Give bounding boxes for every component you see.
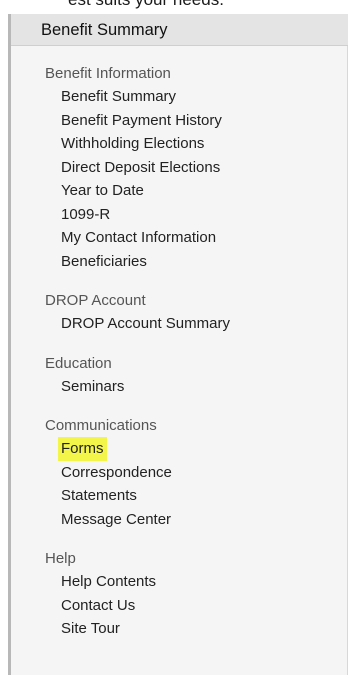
nav-item-drop-account-summary[interactable]: DROP Account Summary <box>61 312 347 336</box>
nav-item-label: Seminars <box>61 377 125 395</box>
nav-item-withholding-elections[interactable]: Withholding Elections <box>61 132 347 156</box>
nav-item-year-to-date[interactable]: Year to Date <box>61 179 347 203</box>
nav-item-label: Benefit Payment History <box>61 111 222 129</box>
panel-title: Benefit Summary <box>11 14 348 46</box>
nav-item-direct-deposit-elections[interactable]: Direct Deposit Elections <box>61 156 347 180</box>
nav-item-1099-r[interactable]: 1099-R <box>61 203 347 227</box>
nav-item-label: Benefit Summary <box>61 88 177 105</box>
nav-item-help-contents[interactable]: Help Contents <box>61 570 347 594</box>
nav-item-contact-us[interactable]: Contact Us <box>61 594 347 618</box>
section-title: Help <box>45 550 76 567</box>
nav-item-label: Help Contents <box>61 573 157 590</box>
nav-item-statements[interactable]: Statements <box>61 484 347 508</box>
section-title: Benefit Information <box>45 65 171 82</box>
section-education: Education Seminars <box>45 352 347 399</box>
section-benefit-information: Benefit Information Benefit Summary Bene… <box>45 62 347 273</box>
nav-item-site-tour[interactable]: Site Tour <box>61 617 347 641</box>
nav-item-beneficiaries[interactable]: Beneficiaries <box>61 250 347 274</box>
nav-item-correspondence[interactable]: Correspondence <box>61 461 347 485</box>
section-help: Help Help Contents Contact Us Site Tour <box>45 547 347 641</box>
sidebar-nav: Benefit Information Benefit Summary Bene… <box>45 62 347 657</box>
section-communications: Communications Forms Correspondence Stat… <box>45 414 347 531</box>
section-title: Communications <box>45 417 157 434</box>
nav-item-label: 1099-R <box>61 205 111 223</box>
nav-item-label: Year to Date <box>61 182 144 199</box>
nav-item-label: Direct Deposit Elections <box>61 158 221 176</box>
nav-item-label: Correspondence <box>61 463 172 481</box>
section-title: DROP Account <box>45 292 146 309</box>
nav-item-label-highlighted: Forms <box>58 437 107 461</box>
nav-item-label: Beneficiaries <box>61 252 147 270</box>
section-drop-account: DROP Account DROP Account Summary <box>45 289 347 336</box>
nav-item-label: Message Center <box>61 510 172 528</box>
nav-item-label: Contact Us <box>61 596 136 614</box>
nav-item-label: Withholding Elections <box>61 135 205 152</box>
nav-item-message-center[interactable]: Message Center <box>61 508 347 532</box>
clipped-top-text: est suits your needs. <box>68 0 224 10</box>
nav-item-label: My Contact Information <box>61 229 217 246</box>
page: est suits your needs. Benefit Summary Be… <box>0 0 352 675</box>
nav-item-label: Site Tour <box>61 620 120 637</box>
nav-item-my-contact-information[interactable]: My Contact Information <box>61 226 347 250</box>
nav-item-forms[interactable]: Forms <box>58 437 347 461</box>
nav-item-label: DROP Account Summary <box>61 315 230 332</box>
nav-item-label: Statements <box>61 487 137 504</box>
sidebar-panel: Benefit Summary Benefit Information Bene… <box>8 14 348 675</box>
nav-item-benefit-payment-history[interactable]: Benefit Payment History <box>61 109 347 133</box>
section-title: Education <box>45 354 112 372</box>
nav-item-benefit-summary[interactable]: Benefit Summary <box>61 85 347 109</box>
nav-item-seminars[interactable]: Seminars <box>61 375 347 399</box>
